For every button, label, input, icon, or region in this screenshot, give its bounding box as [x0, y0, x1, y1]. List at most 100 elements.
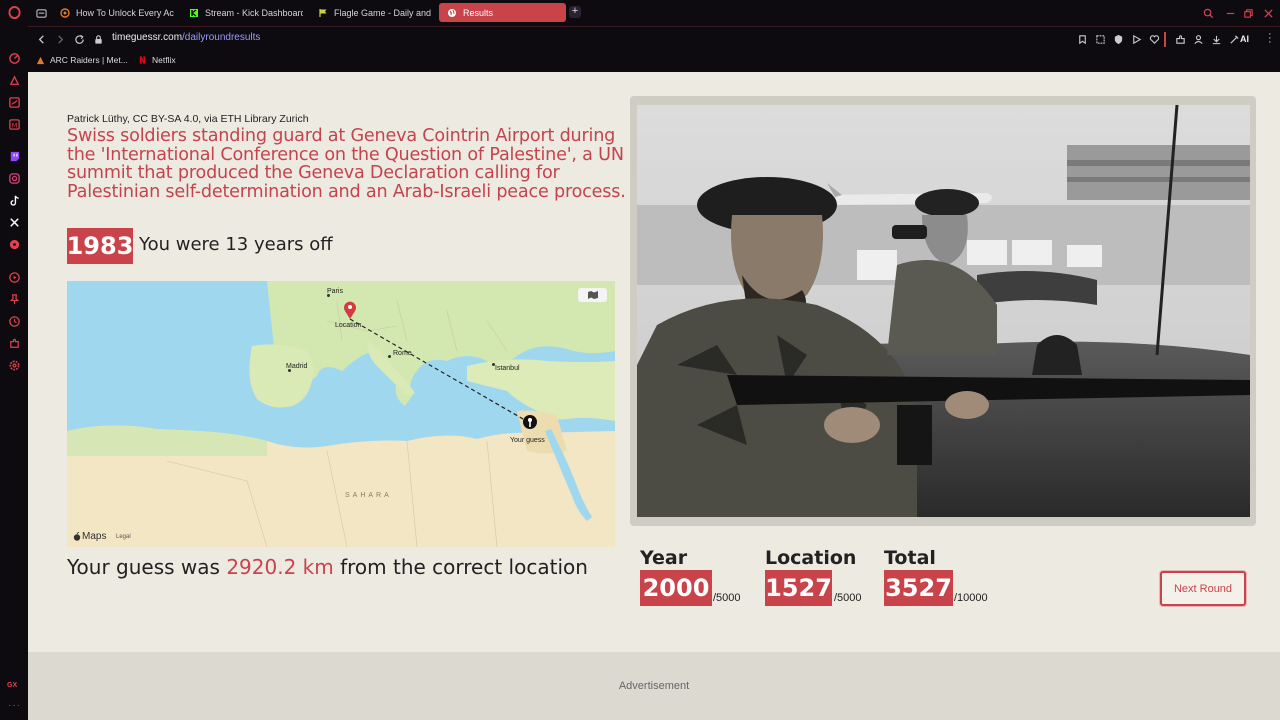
forward-icon[interactable] [54, 33, 66, 45]
sidebar-more-icon[interactable]: ··· [8, 700, 21, 711]
location-score-label: Location [765, 547, 857, 569]
new-tab-button[interactable]: + [569, 6, 581, 18]
snapshot-icon[interactable] [1094, 33, 1106, 45]
speed-dial-icon[interactable] [7, 51, 21, 65]
toolbar-divider [1164, 32, 1166, 47]
player-icon[interactable] [7, 270, 21, 284]
tab-bar: How To Unlock Every Ach Stream - Kick Da… [28, 0, 1280, 26]
year-score-label: Year [640, 547, 688, 569]
distance-summary: Your guess was 2920.2 km from the correc… [67, 555, 588, 579]
tab-label: Flagle Game - Daily and U [334, 7, 432, 18]
search-tabs-icon[interactable] [1202, 7, 1214, 19]
location-score-value: 1527 [765, 570, 832, 606]
guess-marker-icon[interactable] [522, 414, 538, 437]
globe-favicon-icon [447, 8, 457, 18]
url-field[interactable]: timeguessr.com/dailyroundresults [112, 32, 260, 43]
tab-label: How To Unlock Every Ach [76, 7, 174, 18]
pinboard-icon[interactable] [7, 292, 21, 306]
next-round-button[interactable]: Next Round [1160, 571, 1246, 606]
opera-logo-icon[interactable] [7, 5, 21, 19]
player-toolbar-icon[interactable] [1130, 33, 1142, 45]
city-dot [327, 294, 330, 297]
gx-badge[interactable]: GX [7, 682, 17, 689]
lock-icon[interactable] [92, 33, 104, 45]
total-score-label: Total [884, 547, 936, 569]
news-icon[interactable] [7, 95, 21, 109]
kick-favicon-icon [189, 8, 199, 18]
tab-manager-icon[interactable] [35, 7, 47, 19]
bookmark-label: Netflix [152, 55, 176, 65]
year-score-max: /5000 [713, 592, 741, 604]
result-map[interactable]: Paris Madrid Rome Istanbul SAHARA Locati… [67, 281, 615, 547]
achievements-favicon-icon [60, 7, 70, 18]
maps-branding: Maps [73, 531, 106, 542]
adblock-shield-icon[interactable] [1112, 33, 1124, 45]
back-icon[interactable] [35, 33, 47, 45]
results-page: Patrick Lüthy, CC BY-SA 4.0, via ETH Lib… [28, 72, 1280, 720]
map-label-istanbul: Istanbul [495, 365, 520, 372]
music-player-icon[interactable] [7, 237, 21, 251]
tab-kick-dashboard[interactable]: Stream - Kick Dashboard [181, 3, 303, 22]
history-icon[interactable] [7, 314, 21, 328]
map-label-sahara: SAHARA [345, 492, 392, 499]
minimize-icon[interactable] [1224, 7, 1236, 19]
total-score-value: 3527 [884, 570, 953, 606]
x-twitter-icon[interactable] [7, 215, 21, 229]
advertisement-label: Advertisement [618, 680, 690, 692]
arc-raiders-favicon-icon [36, 56, 45, 65]
distance-value: 2920.2 km [226, 555, 334, 579]
map-view-toggle[interactable] [578, 288, 607, 302]
maps-brand-label: Maps [82, 531, 107, 542]
browser-sidebar: M GX ··· [0, 0, 28, 720]
distance-suffix: from the correct location [333, 555, 588, 579]
twitch-icon[interactable] [7, 149, 21, 163]
photo-credit: Patrick Lüthy, CC BY-SA 4.0, via ETH Lib… [67, 113, 309, 125]
tab-label: Stream - Kick Dashboard [205, 7, 303, 18]
tab-label: Results [463, 7, 494, 18]
extensions-toolbar-icon[interactable] [1174, 33, 1186, 45]
address-bar-row: timeguessr.com/dailyroundresults AI · · · [28, 26, 1280, 52]
messenger-icon[interactable]: M [7, 117, 21, 131]
svg-text:M: M [11, 121, 17, 129]
reload-icon[interactable] [73, 33, 85, 45]
url-host: timeguessr.com [112, 32, 183, 43]
instagram-icon[interactable] [7, 171, 21, 185]
map-label-location: Location [335, 322, 362, 329]
browser-menu-icon[interactable]: · · · [1268, 29, 1272, 48]
tab-results[interactable]: Results [439, 3, 566, 22]
tiktok-icon[interactable] [7, 193, 21, 207]
download-icon[interactable] [1210, 33, 1222, 45]
bookmark-netflix[interactable]: Netflix [138, 55, 176, 65]
bookmark-page-icon[interactable] [1076, 33, 1088, 45]
favorite-heart-icon[interactable] [1148, 33, 1160, 45]
round-photo[interactable] [637, 105, 1250, 517]
restore-icon[interactable] [1242, 7, 1254, 19]
extensions-icon[interactable] [7, 336, 21, 350]
bookmark-arc-raiders[interactable]: ARC Raiders | Met... [36, 55, 128, 65]
tab-achievements[interactable]: How To Unlock Every Ach [52, 3, 174, 22]
gx-control-icon[interactable] [7, 73, 21, 87]
distance-prefix: Your guess was [67, 555, 227, 579]
settings-icon[interactable] [7, 358, 21, 372]
photo-image [637, 105, 1250, 517]
map-label-your-guess: Your guess [510, 437, 545, 444]
city-dot [288, 369, 291, 372]
photo-caption: Swiss soldiers standing guard at Geneva … [67, 126, 626, 203]
netflix-favicon-icon [138, 55, 147, 65]
year-score-value: 2000 [640, 570, 712, 606]
close-window-icon[interactable] [1262, 7, 1274, 19]
bookmarks-bar: ARC Raiders | Met... Netflix [28, 52, 1280, 72]
ai-label[interactable]: AI [1240, 34, 1249, 44]
tab-flagle[interactable]: Flagle Game - Daily and U [310, 3, 432, 22]
map-label-rome: Rome [393, 350, 412, 357]
map-fold-icon [587, 291, 598, 299]
map-legal-link[interactable]: Legal [116, 534, 131, 540]
city-dot [492, 363, 495, 366]
advertisement-area: Advertisement [28, 652, 1280, 720]
url-path: /dailyroundresults [182, 32, 261, 43]
flagle-favicon-icon [318, 8, 328, 18]
ai-assistant-icon[interactable] [1228, 33, 1240, 45]
years-off-text: You were 13 years off [139, 234, 333, 255]
apple-logo-icon [73, 532, 81, 541]
profile-icon[interactable] [1192, 33, 1204, 45]
